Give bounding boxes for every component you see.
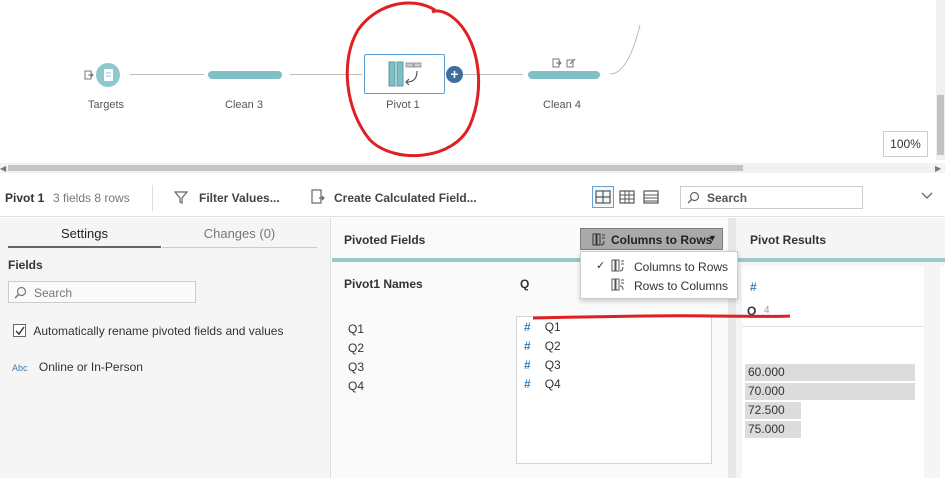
menu-item-label: Rows to Columns: [634, 279, 729, 293]
flow-canvas[interactable]: Targets Clean 3 + Pivot 1 Clean 4 100%: [0, 0, 945, 165]
chevron-down-icon[interactable]: [921, 191, 933, 201]
menu-item-rows-to-columns[interactable]: Rows to Columns: [581, 276, 739, 296]
vertical-scroll-thumb[interactable]: [937, 95, 944, 155]
pivoted-field-item[interactable]: # Q2: [524, 339, 561, 353]
next-card-edge: [940, 266, 945, 478]
search-icon: [14, 286, 27, 299]
node-label-clean3: Clean 3: [225, 99, 263, 111]
result-value-bar[interactable]: 72.500: [745, 402, 801, 419]
pivoted-field-name: Q2: [544, 339, 561, 353]
result-value-bar[interactable]: 75.000: [745, 421, 801, 438]
field-name: Online or In-Person: [38, 360, 143, 374]
caret-down-icon: ▼: [708, 233, 717, 243]
fields-search-field[interactable]: Search: [8, 281, 196, 303]
pivoted-fields-title: Pivoted Fields: [344, 233, 426, 247]
filter-values-button[interactable]: Filter Values...: [199, 191, 280, 205]
panel-accent-bar: [736, 258, 945, 262]
cards-view-icon: [595, 190, 611, 204]
scroll-right-icon[interactable]: ▶: [935, 164, 941, 173]
scroll-left-icon[interactable]: ◀: [0, 164, 6, 173]
tab-settings-underline: [8, 246, 161, 248]
input-icon: [84, 70, 94, 80]
settings-panel: Settings Changes (0) Fields Search Autom…: [0, 218, 331, 478]
result-value-bar[interactable]: 60.000: [745, 364, 915, 381]
list-view-icon: [643, 190, 659, 204]
pivot-names-header[interactable]: Pivot1 Names: [344, 277, 423, 291]
rows-to-columns-icon: [611, 278, 624, 291]
step-name: Pivot 1: [5, 191, 45, 205]
step-meta: 3 fields 8 rows: [53, 191, 130, 205]
node-label-clean4: Clean 4: [543, 99, 581, 111]
outgoing-connector: [609, 24, 641, 75]
annotation-underline: [532, 314, 791, 320]
node-label-targets: Targets: [87, 99, 125, 111]
pivot-name-item[interactable]: Q3: [348, 360, 364, 374]
pivot-type-label: Columns to Rows: [611, 233, 713, 247]
pivoted-field-name: Q4: [544, 377, 561, 391]
document-icon: [104, 69, 113, 81]
pivot-type-menu: ✓ Columns to Rows Rows to Columns: [580, 251, 738, 299]
string-type-badge: Abc: [12, 363, 28, 373]
checkmark-icon: [15, 326, 25, 336]
auto-rename-row[interactable]: Automatically rename pivoted fields and …: [13, 323, 283, 338]
number-type-icon: #: [524, 339, 531, 353]
tab-settings[interactable]: Settings: [8, 226, 161, 241]
connector: [130, 74, 204, 75]
clean4-node[interactable]: [528, 71, 600, 79]
pivot-name-item[interactable]: Q4: [348, 379, 364, 393]
toolbar-search-placeholder: Search: [707, 191, 748, 205]
pivot-name-item[interactable]: Q2: [348, 341, 364, 355]
tab-changes[interactable]: Changes (0): [162, 226, 317, 241]
view-list-button[interactable]: [640, 186, 662, 208]
table-view-icon: [619, 190, 635, 204]
canvas-vertical-scrollbar[interactable]: [936, 0, 945, 160]
clean3-node[interactable]: [208, 71, 282, 79]
auto-rename-label: Automatically rename pivoted fields and …: [33, 323, 284, 338]
search-icon: [687, 191, 700, 204]
result-value-bar[interactable]: 70.000: [745, 383, 915, 400]
card-divider: [742, 326, 924, 327]
fields-search-placeholder: Search: [34, 286, 73, 300]
field-item[interactable]: Abc Online or In-Person: [12, 360, 143, 374]
result-field-card[interactable]: # Q 4 60.000 70.000 72.500 75.000: [742, 266, 924, 478]
menu-item-columns-to-rows[interactable]: ✓ Columns to Rows: [581, 257, 739, 277]
calculated-field-icon: [311, 189, 325, 204]
canvas-horizontal-scrollbar[interactable]: ◀ ▶: [0, 163, 945, 173]
number-type-icon: #: [524, 358, 531, 372]
toolbar-divider: [152, 185, 153, 211]
values-header[interactable]: Q: [520, 277, 529, 291]
toolbar-search-field[interactable]: Search: [680, 186, 863, 209]
edit-icon: [566, 58, 576, 68]
auto-rename-checkbox[interactable]: [13, 324, 26, 338]
menu-item-label: Columns to Rows: [634, 260, 729, 274]
fields-heading: Fields: [8, 258, 43, 272]
filter-icon: [174, 191, 188, 204]
pivot-name-item[interactable]: Q1: [348, 322, 364, 336]
output-icon: [552, 58, 562, 68]
number-type-icon: #: [750, 280, 757, 294]
targets-node[interactable]: [96, 63, 120, 87]
zoom-level[interactable]: 100%: [883, 131, 928, 157]
pivot-type-dropdown[interactable]: Columns to Rows ▼: [580, 228, 723, 250]
pivoted-field-item[interactable]: # Q4: [524, 377, 561, 391]
pivot-results-title: Pivot Results: [750, 233, 827, 247]
view-table-button[interactable]: [616, 186, 638, 208]
pivoted-field-item[interactable]: # Q3: [524, 358, 561, 372]
annotation-circle: [345, 1, 481, 158]
number-type-icon: #: [524, 377, 531, 391]
horizontal-scroll-thumb[interactable]: [8, 165, 743, 171]
pivot-results-panel: Pivot Results # Q 4 60.000 70.000 72.500 75…: [736, 218, 945, 478]
check-icon: ✓: [596, 260, 606, 272]
create-calculated-field-button[interactable]: Create Calculated Field...: [334, 191, 477, 205]
columns-to-rows-icon: [592, 233, 605, 246]
columns-to-rows-icon: [611, 259, 624, 272]
step-toolbar: Pivot 1 3 fields 8 rows Filter Values...…: [0, 177, 945, 217]
view-cards-button[interactable]: [592, 186, 614, 208]
pivoted-field-name: Q3: [544, 358, 561, 372]
tab-changes-underline: [162, 247, 317, 248]
pivoted-values-box[interactable]: # Q1 # Q2 # Q3 # Q4: [516, 316, 712, 464]
